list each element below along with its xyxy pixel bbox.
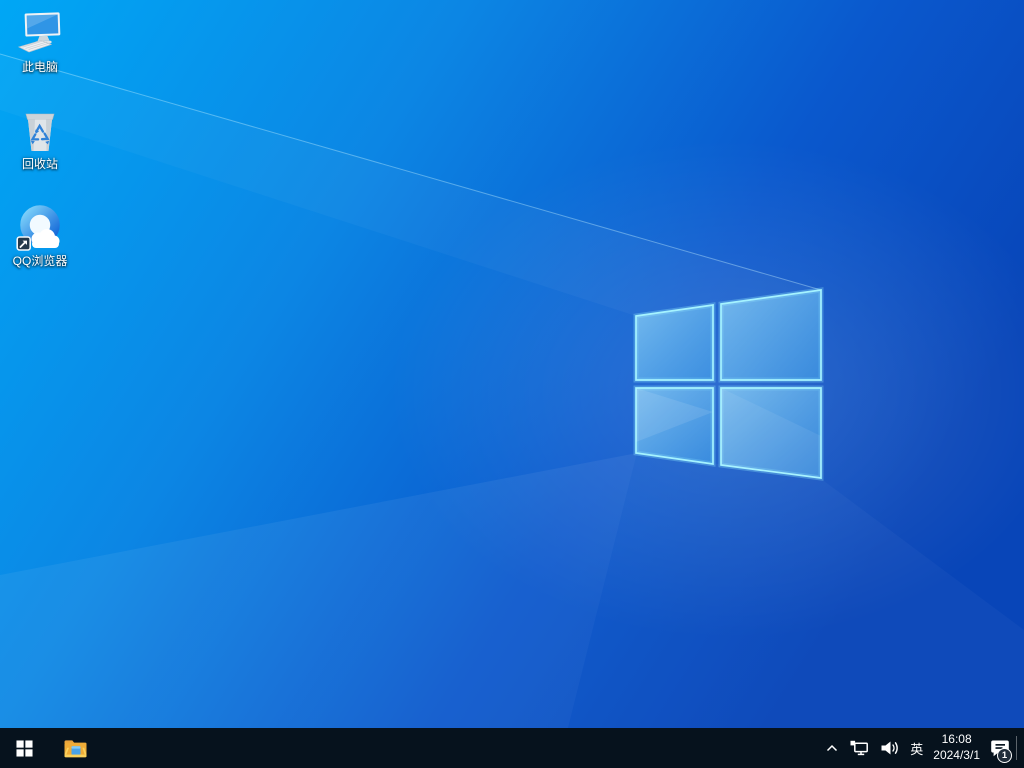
file-explorer-icon [63,738,88,759]
desktop-icon-label: 回收站 [22,158,58,172]
clock-time: 16:08 [942,732,972,748]
desktop-icon-grid: 此电脑 回收站 [4,6,76,297]
clock[interactable]: 16:08 2024/3/1 [928,728,985,768]
volume-icon [880,740,900,756]
chevron-up-icon [825,743,839,754]
hidden-icons-button[interactable] [820,728,844,768]
this-pc-icon [16,10,64,58]
network-icon [849,740,870,756]
desktop-icon-qq-browser[interactable]: QQ浏览器 [4,200,76,286]
file-explorer-button[interactable] [52,728,98,768]
start-icon [16,740,33,757]
volume-button[interactable] [875,728,905,768]
desktop-icon-label: QQ浏览器 [13,255,68,269]
network-button[interactable] [844,728,875,768]
qq-browser-icon [16,204,64,252]
start-button[interactable] [0,728,48,768]
desktop-icon-label: 此电脑 [22,61,58,75]
taskbar: 英 16:08 2024/3/1 1 [0,728,1024,768]
desktop-icon-this-pc[interactable]: 此电脑 [4,6,76,92]
desktop-icon-recycle-bin[interactable]: 回收站 [4,103,76,189]
action-center-button[interactable]: 1 [985,728,1016,768]
recycle-bin-icon [16,107,64,155]
wallpaper-image [0,0,1024,728]
show-desktop-button[interactable] [1017,728,1024,768]
system-tray: 英 16:08 2024/3/1 1 [820,728,1024,768]
ime-indicator[interactable]: 英 [905,728,928,768]
clock-date: 2024/3/1 [933,748,980,764]
desktop[interactable]: 此电脑 回收站 [0,0,1024,728]
notification-count-badge: 1 [997,748,1012,763]
